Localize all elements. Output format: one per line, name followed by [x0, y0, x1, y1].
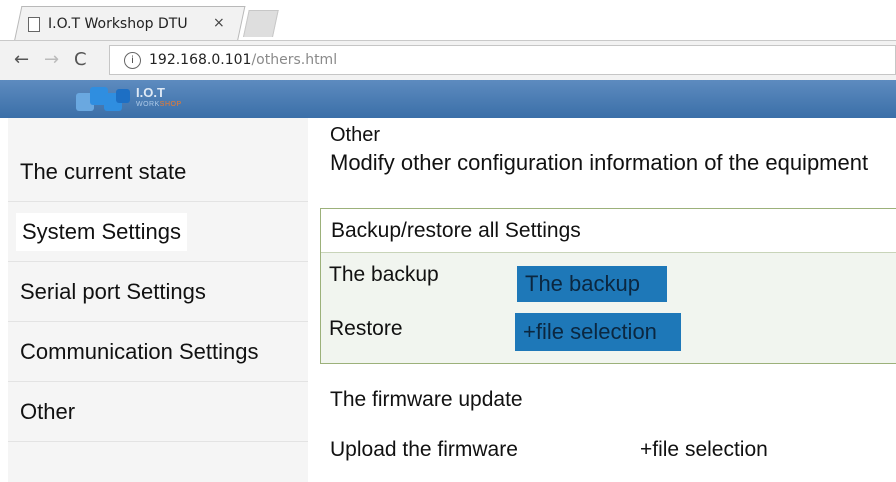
backup-button-label: The backup: [525, 271, 640, 296]
sidebar-item-current-state[interactable]: The current state: [8, 142, 308, 202]
new-tab-button[interactable]: [243, 10, 279, 37]
forward-arrow-icon[interactable]: →: [44, 50, 59, 70]
url-host: 192.168.0.101: [149, 52, 252, 68]
restore-label: Restore: [329, 317, 403, 340]
logo-sub-left: WORK: [136, 101, 160, 108]
close-icon[interactable]: ×: [213, 15, 225, 31]
upload-file-button[interactable]: +file selection: [640, 438, 768, 462]
sidebar-item-label: Serial port Settings: [20, 279, 206, 304]
sidebar-item-label: Communication Settings: [20, 339, 259, 364]
page-description: Modify other configuration information o…: [330, 150, 869, 175]
backup-label: The backup: [329, 263, 439, 286]
tab-title: I.O.T Workshop DTU: [48, 16, 188, 32]
sidebar-item-system-settings[interactable]: System Settings: [8, 202, 308, 262]
upload-firmware-label: Upload the firmware: [330, 438, 518, 461]
site-header: I.O.T WORKSHOP: [0, 80, 896, 118]
sidebar-item-label: The current state: [20, 159, 187, 184]
page-title: Other: [330, 124, 381, 146]
url-path: /others.html: [251, 52, 338, 68]
restore-file-button[interactable]: +file selection: [515, 313, 681, 351]
sidebar-item-serial-port-settings[interactable]: Serial port Settings: [8, 262, 308, 322]
logo[interactable]: I.O.T WORKSHOP: [76, 84, 182, 114]
logo-text: I.O.T WORKSHOP: [136, 85, 182, 111]
puzzle-logo-icon: [76, 87, 134, 111]
browser-tabstrip: I.O.T Workshop DTU ×: [0, 0, 896, 41]
restore-file-button-label: +file selection: [523, 319, 657, 344]
logo-main-text: I.O.T: [136, 85, 165, 100]
sidebar-item-label: Other: [20, 399, 76, 424]
info-icon[interactable]: i: [124, 51, 141, 69]
back-arrow-icon[interactable]: ←: [14, 50, 29, 70]
sidebar-item-label: System Settings: [16, 213, 187, 251]
sidebar-item-other[interactable]: Other: [8, 382, 308, 442]
firmware-section-title: The firmware update: [330, 388, 523, 411]
reload-icon[interactable]: C: [74, 50, 87, 70]
browser-toolbar: ← → C i 192.168.0.101 /others.html: [0, 40, 896, 80]
sidebar-item-communication-settings[interactable]: Communication Settings: [8, 322, 308, 382]
backup-restore-panel: Backup/restore all Settings The backup T…: [320, 208, 896, 364]
sidebar: The current state System Settings Serial…: [8, 118, 308, 482]
address-bar[interactable]: i 192.168.0.101 /others.html: [109, 45, 896, 75]
browser-tab-content: I.O.T Workshop DTU: [28, 12, 188, 36]
page-icon: [28, 16, 40, 32]
panel-heading-text: Backup/restore all Settings: [331, 219, 581, 242]
backup-button[interactable]: The backup: [517, 266, 667, 302]
logo-sub-right: SHOP: [159, 101, 182, 108]
panel-heading: Backup/restore all Settings: [321, 209, 896, 253]
logo-sub-text: WORKSHOP: [136, 99, 182, 111]
